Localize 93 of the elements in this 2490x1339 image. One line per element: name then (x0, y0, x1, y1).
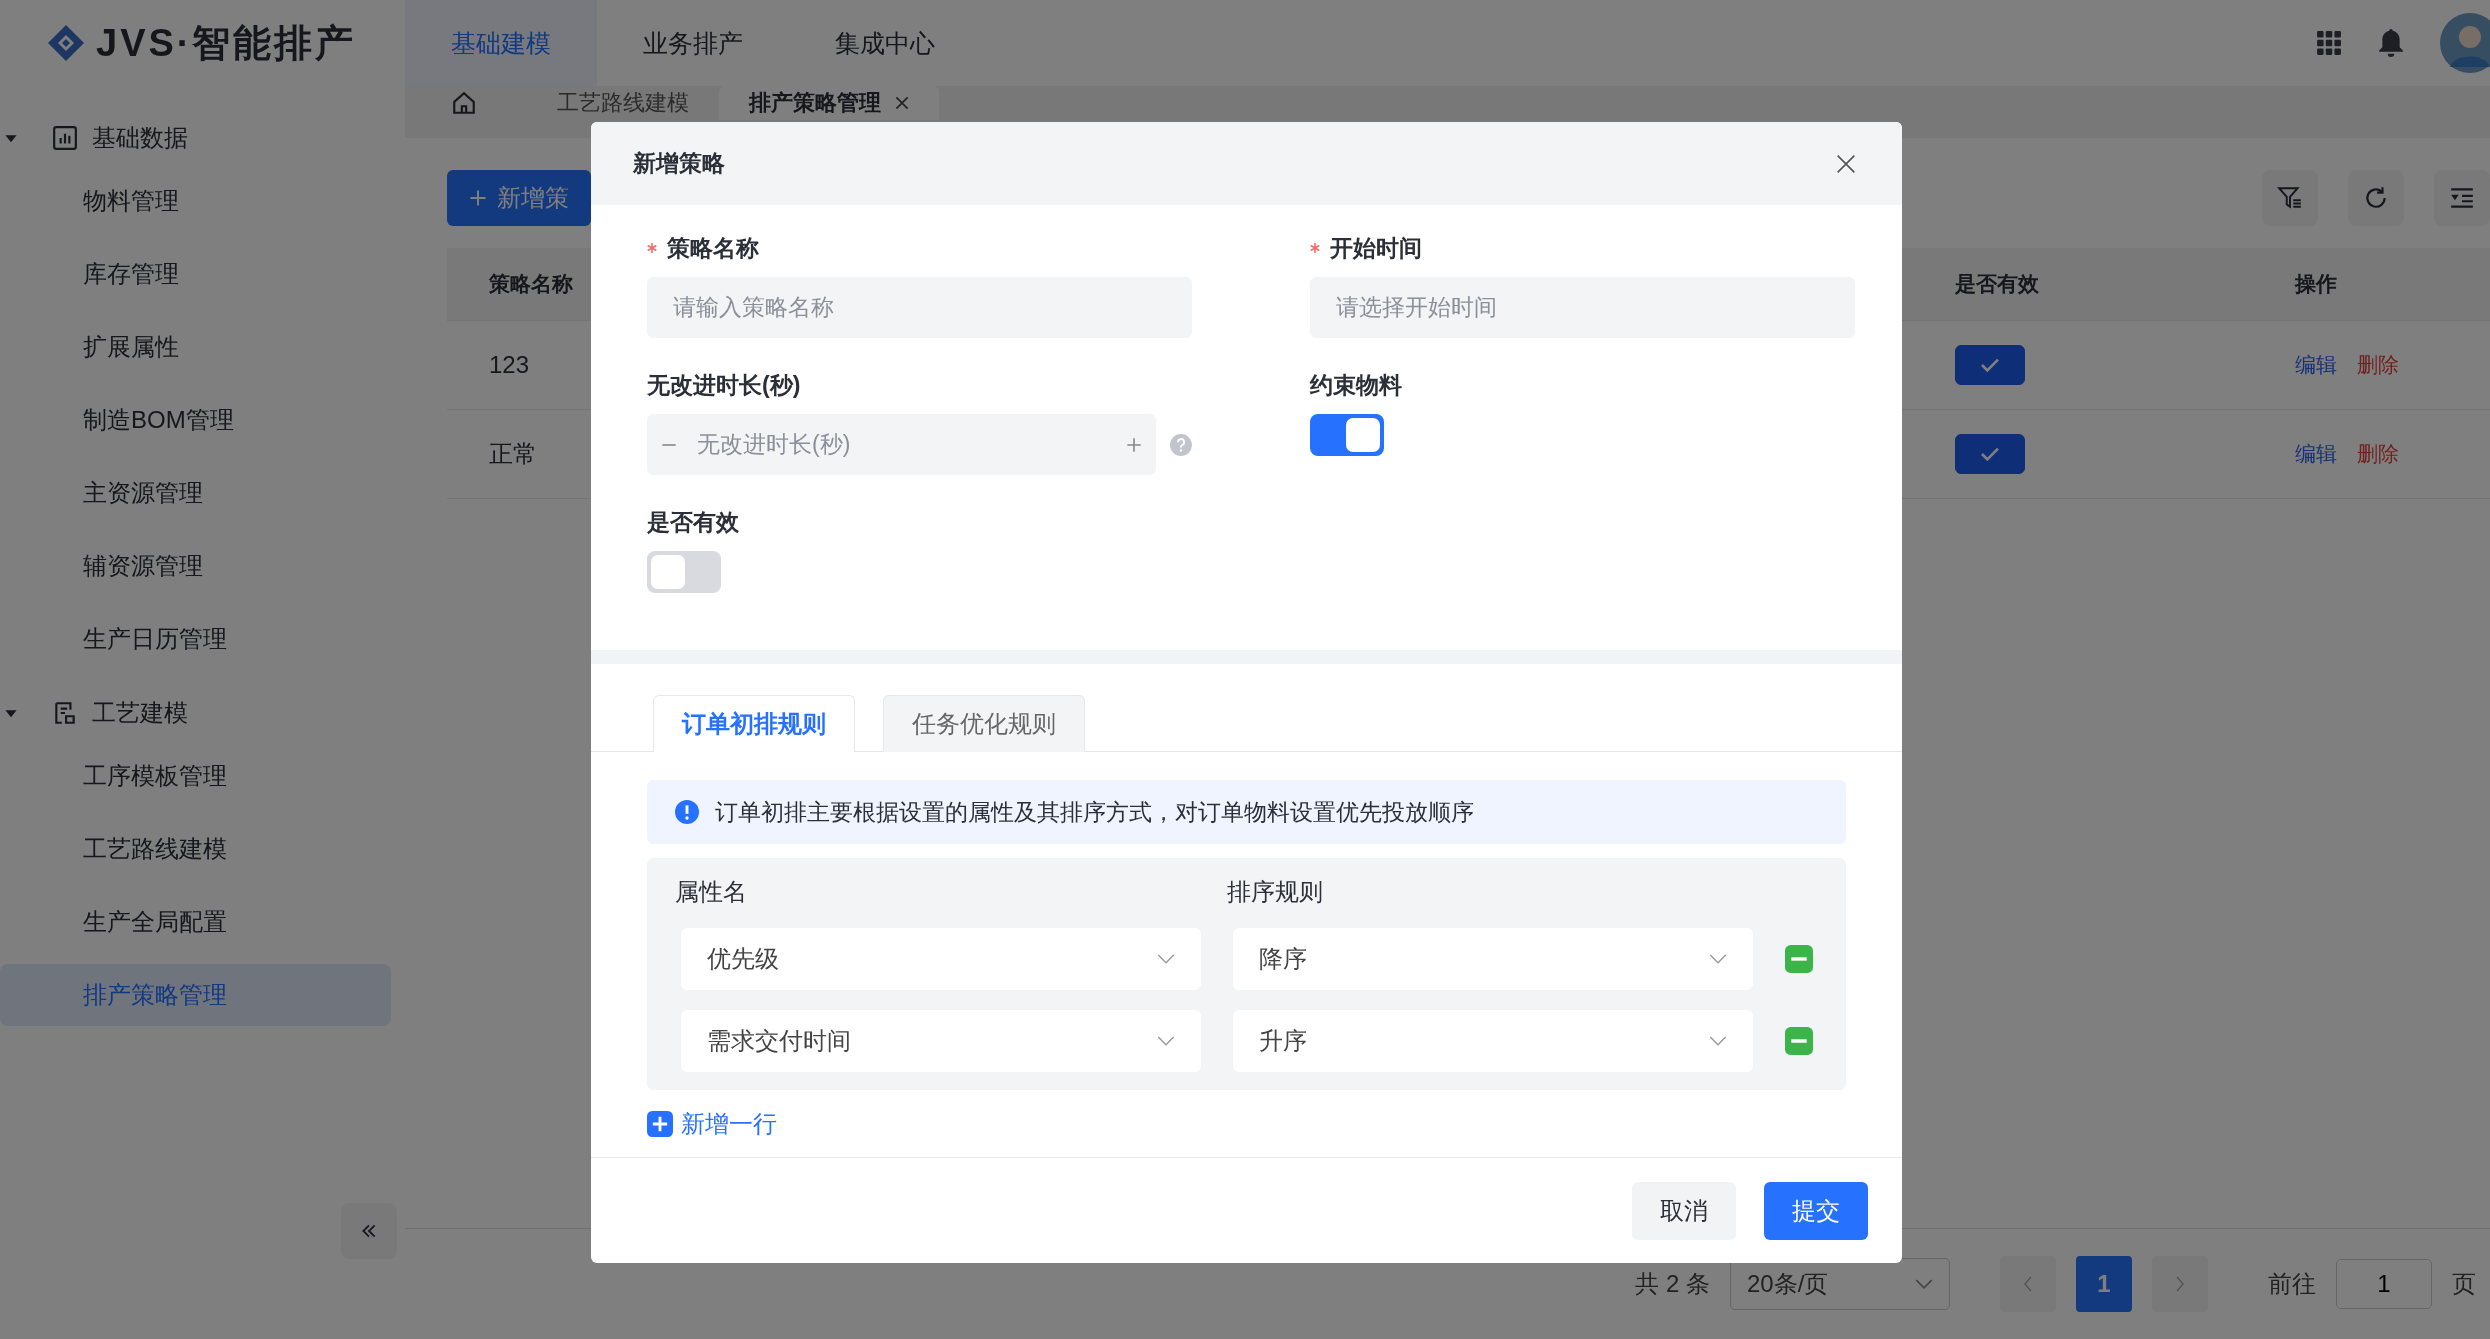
chevron-down-icon (1915, 1278, 1933, 1290)
filter-button[interactable] (2262, 170, 2318, 226)
check-icon (1979, 357, 2001, 373)
table-cell: 正常 (489, 440, 537, 467)
number-stepper[interactable]: 无改进时长(秒) (647, 414, 1157, 475)
sidebar-item[interactable]: 工序模板管理 (0, 745, 391, 807)
bar-chart-icon (52, 125, 78, 151)
input-field[interactable]: 请选择开始时间 (1310, 277, 1855, 338)
logo-icon (46, 23, 86, 63)
chevron-down-icon (1709, 953, 1727, 965)
refresh-icon (2363, 185, 2389, 211)
chevron-down-icon (1709, 1035, 1727, 1047)
collapse-sidebar-button[interactable] (341, 1203, 397, 1259)
cancel-button[interactable]: 取消 (1632, 1181, 1736, 1240)
sidebar-item[interactable]: 主资源管理 (0, 462, 391, 524)
sidebar-item[interactable]: 生产全局配置 (0, 891, 391, 953)
refresh-button[interactable] (2348, 170, 2404, 226)
remove-row-icon[interactable] (1785, 1027, 1813, 1055)
number-input-field[interactable]: 无改进时长(秒) (695, 430, 1109, 459)
action-link[interactable]: 删除 (2357, 351, 2399, 379)
submit-button[interactable]: 提交 (1764, 1181, 1868, 1240)
page-tab[interactable]: 工艺路线建模 (527, 86, 719, 120)
attribute-select[interactable]: 需求交付时间 (681, 1010, 1201, 1072)
page-input[interactable]: 1 (2336, 1259, 2432, 1309)
sidebar-item[interactable]: 辅资源管理 (0, 535, 391, 597)
column-header: 排序规则 (1227, 877, 1324, 907)
total-count: 共 2 条 (1635, 1269, 1710, 1299)
field-label: 约束物料 (1310, 370, 1402, 400)
sidebar-item[interactable]: 工艺路线建模 (0, 818, 391, 880)
chevron-down-icon (1157, 953, 1175, 965)
add-row-link[interactable]: 新增一行 (647, 1108, 1846, 1140)
remove-row-icon[interactable] (1785, 945, 1813, 973)
list-indent-icon (2449, 185, 2475, 211)
valid-checkbox[interactable] (1955, 345, 2025, 385)
action-link[interactable]: 编辑 (2295, 351, 2337, 379)
sidebar-item[interactable]: 物料管理 (0, 170, 391, 232)
page-number-button[interactable]: 1 (2076, 1256, 2132, 1312)
field-label: 是否有效 (647, 507, 739, 537)
sort-order-select[interactable]: 升序 (1233, 1010, 1753, 1072)
sidebar-group[interactable]: 基础数据 (0, 106, 405, 170)
user-avatar[interactable] (2440, 13, 2490, 73)
plus-icon[interactable] (1126, 436, 1143, 453)
sidebar-group[interactable]: 工艺建模 (0, 681, 405, 745)
sidebar-item[interactable]: 排产策略管理 (0, 964, 391, 1026)
column-header: 策略名称 (489, 272, 573, 295)
action-link[interactable]: 编辑 (2295, 440, 2337, 468)
toggle-switch[interactable] (647, 551, 721, 593)
add-strategy-button[interactable]: 新增策 (447, 170, 591, 226)
toggle-switch[interactable] (1310, 414, 1384, 456)
check-icon (1979, 446, 2001, 462)
sidebar-item[interactable]: 库存管理 (0, 243, 391, 305)
nav-tab[interactable]: 基础建模 (405, 0, 597, 86)
close-icon[interactable] (895, 96, 909, 110)
help-icon[interactable] (1170, 433, 1192, 456)
valid-checkbox[interactable] (1955, 434, 2025, 474)
field-label: 策略名称 (667, 233, 759, 263)
chevron-right-icon (2175, 1276, 2185, 1292)
dialog-title: 新增策略 (633, 149, 725, 178)
sidebar-item[interactable]: 制造BOM管理 (0, 389, 391, 451)
page-suffix: 页 (2452, 1269, 2476, 1299)
attribute-select[interactable]: 优先级 (681, 928, 1201, 990)
info-text: 订单初排主要根据设置的属性及其排序方式，对订单物料设置优先投放顺序 (715, 797, 1474, 827)
sidebar-item[interactable]: 生产日历管理 (0, 608, 391, 670)
close-icon (1836, 153, 1856, 174)
app-logo-text: JVS·智能排产 (96, 20, 357, 66)
table-cell: 123 (489, 351, 530, 378)
column-header: 是否有效 (1955, 272, 2039, 295)
nav-tab[interactable]: 业务排产 (597, 0, 789, 86)
input-field[interactable]: 请输入策略名称 (647, 277, 1192, 338)
chevron-left-icon (2023, 1276, 2033, 1292)
plus-icon (469, 189, 487, 207)
bell-icon[interactable] (2378, 27, 2404, 59)
info-icon (675, 800, 699, 824)
chevron-down-icon (1157, 1035, 1175, 1047)
home-icon[interactable] (451, 90, 477, 116)
column-settings-button[interactable] (2434, 170, 2490, 226)
sort-order-select[interactable]: 降序 (1233, 928, 1753, 990)
goto-label: 前往 (2268, 1269, 2316, 1299)
sidebar-item[interactable]: 扩展属性 (0, 316, 391, 378)
filter-icon (2277, 185, 2303, 211)
field-label: 无改进时长(秒) (647, 370, 801, 400)
field-label: 开始时间 (1330, 233, 1422, 263)
rule-tab[interactable]: 订单初排规则 (653, 695, 855, 752)
nav-tab[interactable]: 集成中心 (789, 0, 981, 86)
rule-tab[interactable]: 任务优化规则 (883, 695, 1085, 752)
action-link[interactable]: 删除 (2357, 440, 2399, 468)
double-chevron-left-icon (360, 1222, 378, 1240)
apps-grid-icon[interactable] (2316, 30, 2342, 56)
document-icon (52, 700, 78, 726)
column-header: 操作 (2295, 272, 2337, 295)
add-square-icon (647, 1111, 673, 1137)
page-tab[interactable]: 排产策略管理 (719, 86, 939, 120)
column-header: 属性名 (675, 877, 748, 907)
